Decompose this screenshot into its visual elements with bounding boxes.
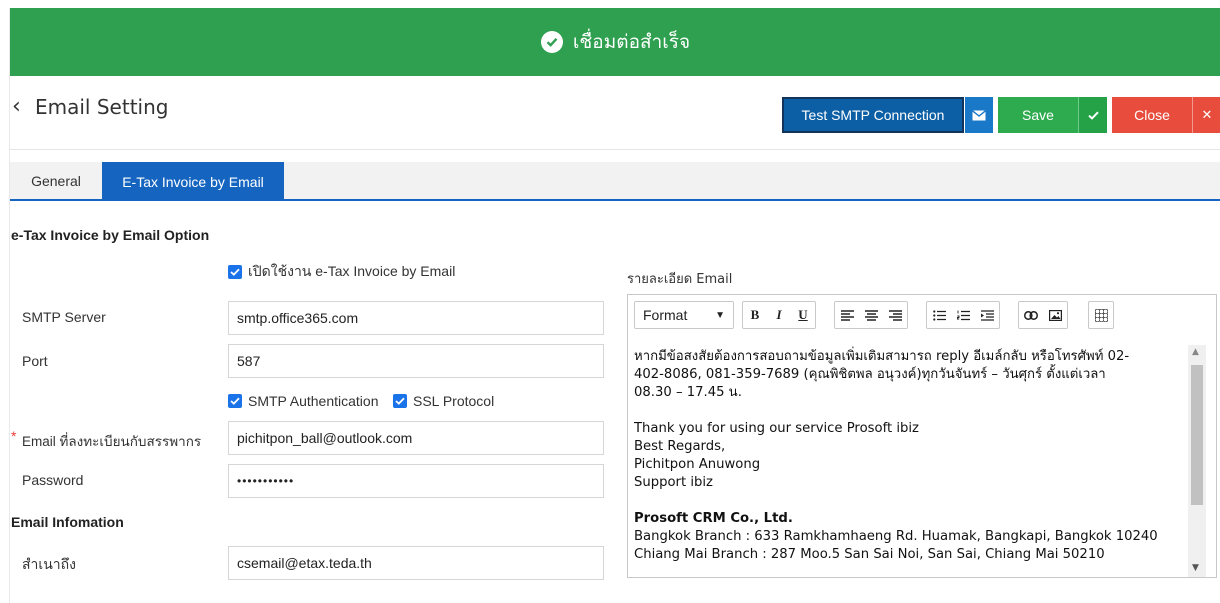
- table-group: [1088, 301, 1114, 329]
- body-line: Bangkok Branch : 633 Ramkhamhaeng Rd. Hu…: [634, 529, 1158, 544]
- email-body-editor: Format ▼ B I U หากมีข้อสงสัยต้องการสอบถา…: [627, 294, 1217, 578]
- ssl-protocol-checkbox[interactable]: SSL Protocol: [393, 393, 494, 409]
- test-smtp-connection-button[interactable]: Test SMTP Connection: [782, 97, 964, 133]
- bold-button[interactable]: B: [743, 302, 767, 328]
- dropdown-arrow-icon: ▼: [715, 309, 725, 321]
- align-left-icon[interactable]: [835, 302, 859, 328]
- password-label: Password: [22, 472, 84, 488]
- tab-general[interactable]: General: [10, 162, 102, 199]
- password-input[interactable]: •••••••••••: [228, 464, 604, 498]
- body-line: หากมีข้อสงสัยต้องการสอบถามข้อมูลเพิ่มเติ…: [634, 349, 1130, 364]
- check-circle-icon: [540, 31, 563, 53]
- link-icon[interactable]: [1019, 302, 1043, 328]
- email-body-content[interactable]: หากมีข้อสงสัยต้องการสอบถามข้อมูลเพิ่มเติ…: [628, 344, 1188, 574]
- envelope-icon[interactable]: [965, 97, 993, 133]
- format-label: Format: [643, 307, 688, 323]
- image-icon[interactable]: [1043, 302, 1067, 328]
- smtp-server-label: SMTP Server: [22, 309, 106, 325]
- tab-bar: General E-Tax Invoice by Email: [10, 162, 1220, 201]
- cc-input[interactable]: csemail@etax.teda.th: [228, 546, 604, 580]
- port-input[interactable]: 587: [228, 344, 604, 378]
- editor-scrollbar[interactable]: ▲ ▼: [1188, 345, 1206, 577]
- email-detail-label: รายละเอียด Email: [627, 272, 733, 287]
- ssl-protocol-label: SSL Protocol: [413, 393, 495, 409]
- chevron-left-icon[interactable]: ‹: [12, 94, 21, 120]
- align-right-icon[interactable]: [883, 302, 907, 328]
- scroll-thumb[interactable]: [1191, 365, 1203, 505]
- email-label: Email ที่ลงทะเบียนกับสรรพากร: [22, 434, 202, 449]
- enable-etax-checkbox[interactable]: เปิดใช้งาน e-Tax Invoice by Email: [228, 261, 455, 283]
- table-icon[interactable]: [1089, 302, 1113, 328]
- page-header: ‹ Email Setting Test SMTP Connection Sav…: [10, 76, 1220, 150]
- body-line: Pichitpon Anuwong: [634, 457, 761, 472]
- email-information-title: Email Infomation: [11, 514, 124, 530]
- banner-message: เชื่อมต่อสำเร็จ: [572, 31, 691, 53]
- list-group: [926, 301, 1000, 329]
- body-line: 402-8086, 081-359-7689 (คุณพิชิตพล อนุวง…: [634, 367, 1106, 382]
- indent-icon[interactable]: [975, 302, 999, 328]
- close-button[interactable]: Close: [1112, 97, 1192, 133]
- smtp-server-input[interactable]: smtp.office365.com: [228, 301, 604, 335]
- checkbox-checked-icon[interactable]: [228, 394, 242, 408]
- success-banner: เชื่อมต่อสำเร็จ: [10, 8, 1220, 76]
- editor-toolbar: Format ▼ B I U: [628, 295, 1216, 337]
- bullet-list-icon[interactable]: [927, 302, 951, 328]
- option-section-title: e-Tax Invoice by Email Option: [11, 227, 210, 243]
- scroll-up-icon[interactable]: ▲: [1192, 347, 1199, 357]
- insert-group: [1018, 301, 1068, 329]
- tab-etax-invoice-by-email[interactable]: E-Tax Invoice by Email: [102, 162, 284, 201]
- body-line: 08.30 – 17.45 น.: [634, 385, 742, 400]
- text-style-group: B I U: [742, 301, 816, 329]
- underline-button[interactable]: U: [791, 302, 815, 328]
- enable-etax-label: เปิดใช้งาน e-Tax Invoice by Email: [248, 263, 456, 279]
- required-mark: *: [11, 428, 17, 444]
- save-button[interactable]: Save: [998, 97, 1078, 133]
- body-line: Chiang Mai Branch : 287 Moo.5 San Sai No…: [634, 547, 1105, 562]
- company-name: Prosoft CRM Co., Ltd.: [634, 511, 793, 526]
- smtp-authentication-checkbox[interactable]: SMTP Authentication: [228, 393, 378, 409]
- smtp-authentication-label: SMTP Authentication: [248, 393, 379, 409]
- body-line: Best Regards,: [634, 439, 726, 454]
- check-icon[interactable]: [1078, 97, 1107, 133]
- checkbox-checked-icon[interactable]: [228, 265, 242, 279]
- cc-label: สำเนาถึง: [22, 556, 76, 572]
- scroll-down-icon[interactable]: ▼: [1192, 563, 1199, 573]
- email-setting-window: เชื่อมต่อสำเร็จ ‹ Email Setting Test SMT…: [9, 8, 1220, 603]
- checkbox-checked-icon[interactable]: [393, 394, 407, 408]
- body-line: Thank you for using our service Prosoft …: [634, 421, 919, 436]
- numbered-list-icon[interactable]: [951, 302, 975, 328]
- email-input[interactable]: pichitpon_ball@outlook.com: [228, 421, 604, 455]
- italic-button[interactable]: I: [767, 302, 791, 328]
- close-icon[interactable]: ✕: [1192, 97, 1220, 133]
- format-dropdown[interactable]: Format ▼: [634, 301, 734, 329]
- body-line: Support ibiz: [634, 475, 713, 490]
- align-center-icon[interactable]: [859, 302, 883, 328]
- port-label: Port: [22, 353, 48, 369]
- alignment-group: [834, 301, 908, 329]
- page-title: Email Setting: [35, 95, 169, 119]
